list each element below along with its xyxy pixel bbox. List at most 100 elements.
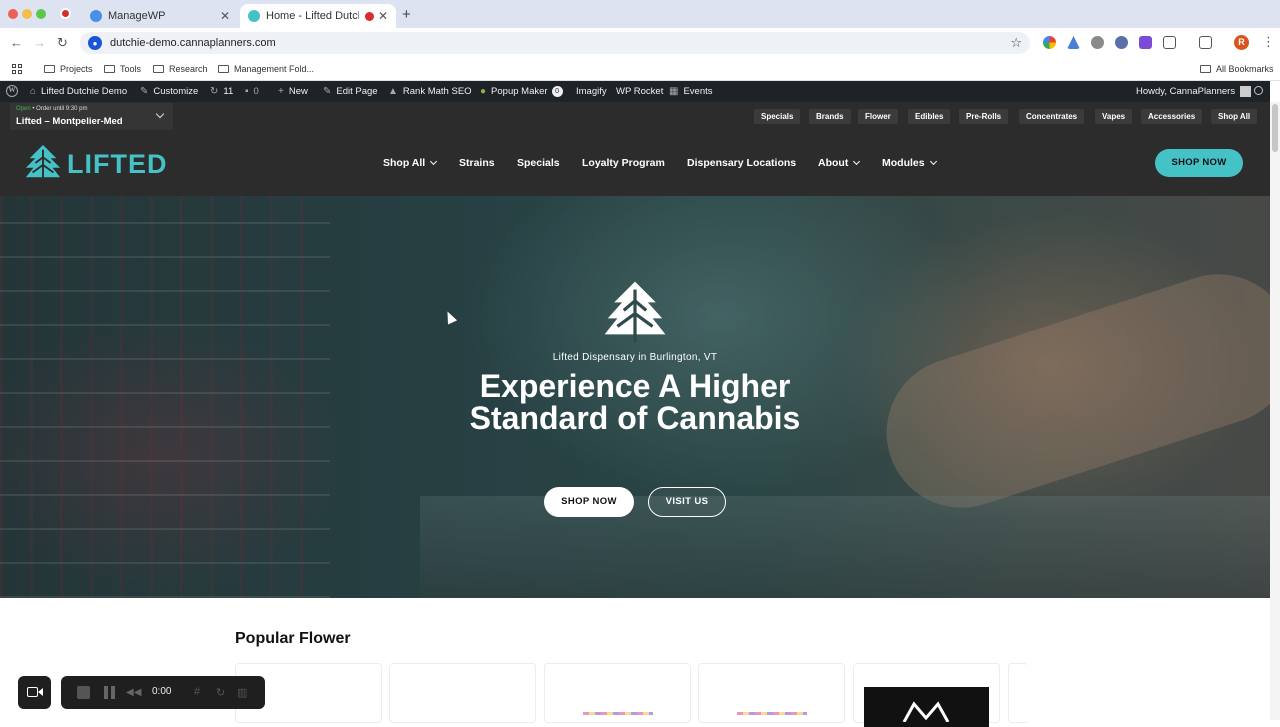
category-concentrates[interactable]: Concentrates [1019, 109, 1085, 124]
nav-modules[interactable]: Modules [882, 157, 937, 169]
nav-strains[interactable]: Strains [459, 157, 495, 169]
product-card[interactable] [698, 663, 845, 723]
recorder-camera-button[interactable] [18, 676, 51, 709]
recorder-controls: ◀◀ 0:00 # ↻ ▥ [61, 676, 265, 709]
wp-imagify-label: Imagify [576, 86, 607, 97]
chevron-down-icon [155, 109, 165, 119]
nav-loyalty-program[interactable]: Loyalty Program [582, 157, 665, 169]
browser-menu-icon[interactable]: ⋮ [1262, 34, 1275, 50]
popup-maker-icon: ● [480, 86, 487, 97]
category-flower[interactable]: Flower [858, 109, 898, 124]
header-shop-now-button[interactable]: SHOP NOW [1155, 149, 1243, 177]
grid-icon[interactable]: # [194, 686, 200, 698]
category-edibles[interactable]: Edibles [908, 109, 951, 124]
category-accessories[interactable]: Accessories [1141, 109, 1203, 124]
product-image [737, 712, 807, 715]
rewind-icon[interactable]: ◀◀ [126, 687, 141, 698]
side-panel-icon[interactable] [1199, 36, 1212, 49]
close-tab-icon[interactable]: ✕ [378, 9, 388, 23]
nav-specials[interactable]: Specials [517, 157, 560, 169]
scrollbar-thumb[interactable] [1272, 104, 1278, 152]
wp-events[interactable]: ▦ Events [669, 86, 713, 97]
tab-home-lifted[interactable]: Home - Lifted Dutchie Demo ✕ [240, 4, 396, 28]
all-bookmarks[interactable]: All Bookmarks [1200, 64, 1274, 74]
hero-title: Experience A Higher Standard of Cannabis [469, 368, 801, 436]
wordpress-logo-icon[interactable]: W [6, 85, 18, 97]
wp-comments[interactable]: ▪ 0 [245, 86, 259, 97]
category-brands[interactable]: Brands [809, 109, 851, 124]
close-tab-icon[interactable]: ✕ [220, 9, 230, 23]
wp-rank-math[interactable]: ▲ Rank Math SEO [388, 86, 472, 97]
hero-visit-us-button[interactable]: VISIT US [648, 487, 726, 517]
wp-comments-count: 0 [253, 86, 259, 97]
search-icon[interactable] [1254, 86, 1263, 95]
back-button[interactable]: ← [10, 35, 23, 50]
category-shop-all[interactable]: Shop All [1211, 109, 1258, 124]
extension-badge-icon[interactable] [1139, 36, 1152, 49]
page-scrollbar[interactable] [1270, 102, 1280, 720]
reload-button[interactable]: ↻ [57, 35, 68, 51]
wp-customize[interactable]: ✎ Customize [140, 86, 198, 97]
wp-howdy-user[interactable]: Howdy, CannaPlanners [1136, 86, 1252, 97]
wp-new-label: New [288, 86, 308, 97]
extension-refresh-icon[interactable] [1091, 36, 1104, 49]
lifted-logo-icon[interactable] [24, 144, 62, 182]
apps-grid-icon[interactable] [12, 64, 22, 74]
profile-avatar[interactable]: R [1234, 35, 1249, 50]
updates-icon: ↻ [210, 86, 219, 97]
plus-icon: + [278, 86, 284, 97]
product-card[interactable] [1008, 663, 1028, 723]
product-card[interactable] [389, 663, 536, 723]
forward-button[interactable]: → [33, 35, 46, 50]
stop-icon[interactable] [77, 686, 90, 699]
trash-icon[interactable]: ▥ [237, 686, 247, 699]
wp-updates[interactable]: ↻ 11 [210, 86, 233, 97]
bookmark-projects[interactable]: Projects [44, 64, 93, 74]
nav-label: About [818, 157, 849, 169]
product-card[interactable] [853, 663, 1000, 727]
nav-dispensary-locations[interactable]: Dispensary Locations [687, 157, 796, 169]
minimize-window-button[interactable] [22, 9, 32, 19]
nav-about[interactable]: About [818, 157, 861, 169]
nav-shop-all[interactable]: Shop All [383, 157, 438, 169]
rank-math-icon: ▲ [388, 86, 398, 97]
category-pre-rolls[interactable]: Pre-Rolls [959, 109, 1009, 124]
restart-icon[interactable]: ↻ [216, 686, 225, 699]
product-card[interactable] [544, 663, 691, 723]
bookmark-star-icon[interactable]: ☆ [1010, 35, 1022, 51]
bookmark-management-folder[interactable]: Management Fold... [218, 64, 314, 74]
category-vapes[interactable]: Vapes [1095, 109, 1133, 124]
extension-account-icon[interactable] [1115, 36, 1128, 49]
site-info-icon[interactable]: ● [88, 36, 102, 50]
category-specials[interactable]: Specials [754, 109, 801, 124]
close-window-button[interactable] [8, 9, 18, 19]
address-bar[interactable]: ● dutchie-demo.cannaplanners.com ☆ [80, 32, 1030, 54]
wp-rank-math-label: Rank Math SEO [402, 86, 472, 97]
wp-edit-page[interactable]: ✎ Edit Page [323, 86, 378, 97]
wp-howdy-label: Howdy, CannaPlanners [1136, 86, 1236, 97]
maximize-window-button[interactable] [36, 9, 46, 19]
new-tab-button[interactable]: + [402, 6, 411, 23]
hero-kicker: Lifted Dispensary in Burlington, VT [552, 352, 718, 363]
extensions-puzzle-icon[interactable] [1163, 36, 1176, 49]
brand-logo-text[interactable]: LIFTED [67, 149, 168, 180]
store-selector[interactable]: Open • Order until 9:30 pm Lifted – Mont… [10, 103, 173, 130]
tab-managewp[interactable]: ManageWP ✕ [82, 4, 238, 28]
bookmark-tools[interactable]: Tools [104, 64, 141, 74]
pause-icon[interactable] [104, 686, 115, 699]
tab-title: Home - Lifted Dutchie Demo [266, 10, 359, 22]
browser-toolbar: ← → ↻ ● dutchie-demo.cannaplanners.com ☆… [0, 28, 1280, 58]
folder-icon [44, 65, 55, 73]
wp-site-name[interactable]: ⌂ Lifted Dutchie Demo [30, 86, 127, 97]
wp-imagify[interactable]: Imagify [576, 86, 607, 97]
hero-shop-now-button[interactable]: SHOP NOW [544, 487, 634, 517]
wp-rocket[interactable]: WP Rocket [616, 86, 663, 97]
extension-color-icon[interactable] [1043, 36, 1056, 49]
pencil-icon: ✎ [323, 86, 332, 97]
wp-new[interactable]: + New [278, 86, 308, 97]
wp-popup-maker[interactable]: ● Popup Maker 0 [480, 86, 563, 97]
bookmark-research[interactable]: Research [153, 64, 208, 74]
site-top-bar: Open • Order until 9:30 pm Lifted – Mont… [0, 102, 1270, 130]
wp-popup-maker-label: Popup Maker [491, 86, 548, 97]
extension-drive-icon[interactable] [1067, 36, 1080, 49]
